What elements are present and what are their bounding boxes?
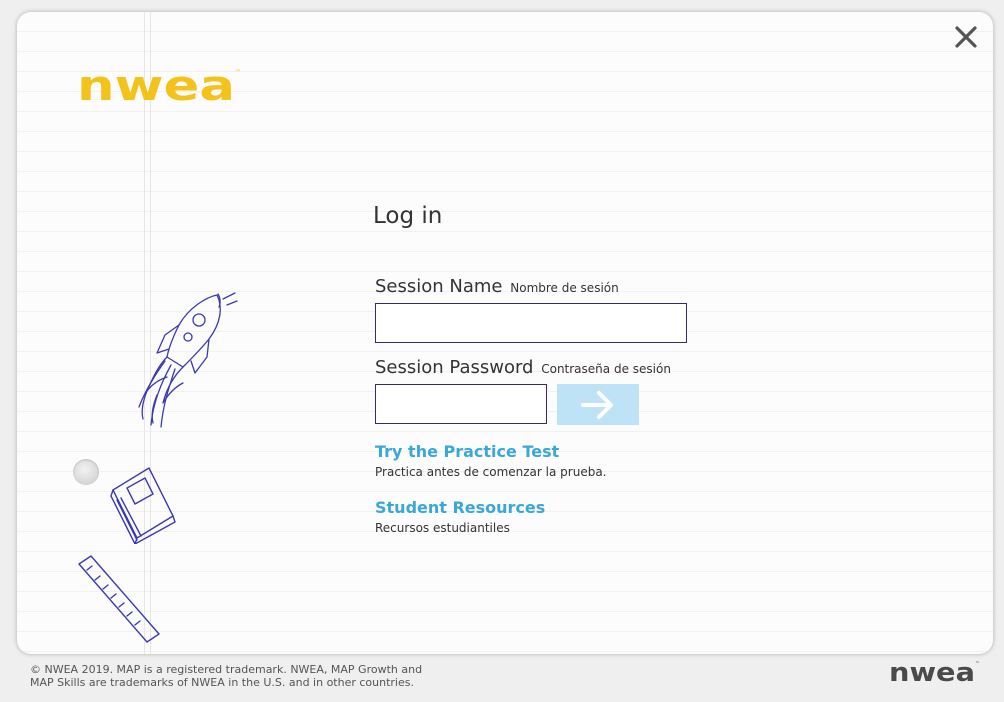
svg-text:™: ™ xyxy=(235,69,241,76)
session-name-input[interactable] xyxy=(375,303,687,343)
rocket-doodle xyxy=(138,292,238,428)
arrow-right-icon xyxy=(581,390,613,419)
session-password-sublabel: Contraseña de sesión xyxy=(541,362,671,376)
session-password-label-text: Session Password xyxy=(375,357,534,378)
practice-test-description: Practica antes de comenzar la prueba. xyxy=(375,465,607,479)
session-name-label: Session Name Nombre de sesión xyxy=(375,276,619,297)
svg-text:nwea: nwea xyxy=(77,64,235,108)
session-password-label: Session Password Contraseña de sesión xyxy=(375,357,671,378)
submit-button[interactable] xyxy=(557,384,639,425)
copyright-line-2: MAP Skills are trademarks of NWEA in the… xyxy=(30,676,414,689)
student-resources-link[interactable]: Student Resources xyxy=(375,498,545,517)
login-card: nwea ™ Log in Session Name Nombre de ses… xyxy=(17,12,993,654)
session-name-sublabel: Nombre de sesión xyxy=(510,281,619,295)
binder-hole xyxy=(73,459,99,485)
session-name-label-text: Session Name xyxy=(375,276,503,297)
copyright-notice: © NWEA 2019. MAP is a registered tradema… xyxy=(30,663,450,689)
page-title: Log in xyxy=(373,203,443,229)
ruler-doodle xyxy=(78,555,160,643)
student-resources-description: Recursos estudiantiles xyxy=(375,521,510,535)
svg-text:™: ™ xyxy=(975,661,980,667)
copyright-line-1: © NWEA 2019. MAP is a registered tradema… xyxy=(30,663,423,676)
nwea-logo: nwea ™ xyxy=(77,64,241,108)
close-icon[interactable] xyxy=(953,24,979,50)
footer-nwea-logo: nwea ™ xyxy=(889,658,980,686)
svg-text:nwea: nwea xyxy=(889,658,975,686)
practice-test-link[interactable]: Try the Practice Test xyxy=(375,442,559,461)
book-doodle xyxy=(110,467,176,544)
session-password-input[interactable] xyxy=(375,384,547,424)
